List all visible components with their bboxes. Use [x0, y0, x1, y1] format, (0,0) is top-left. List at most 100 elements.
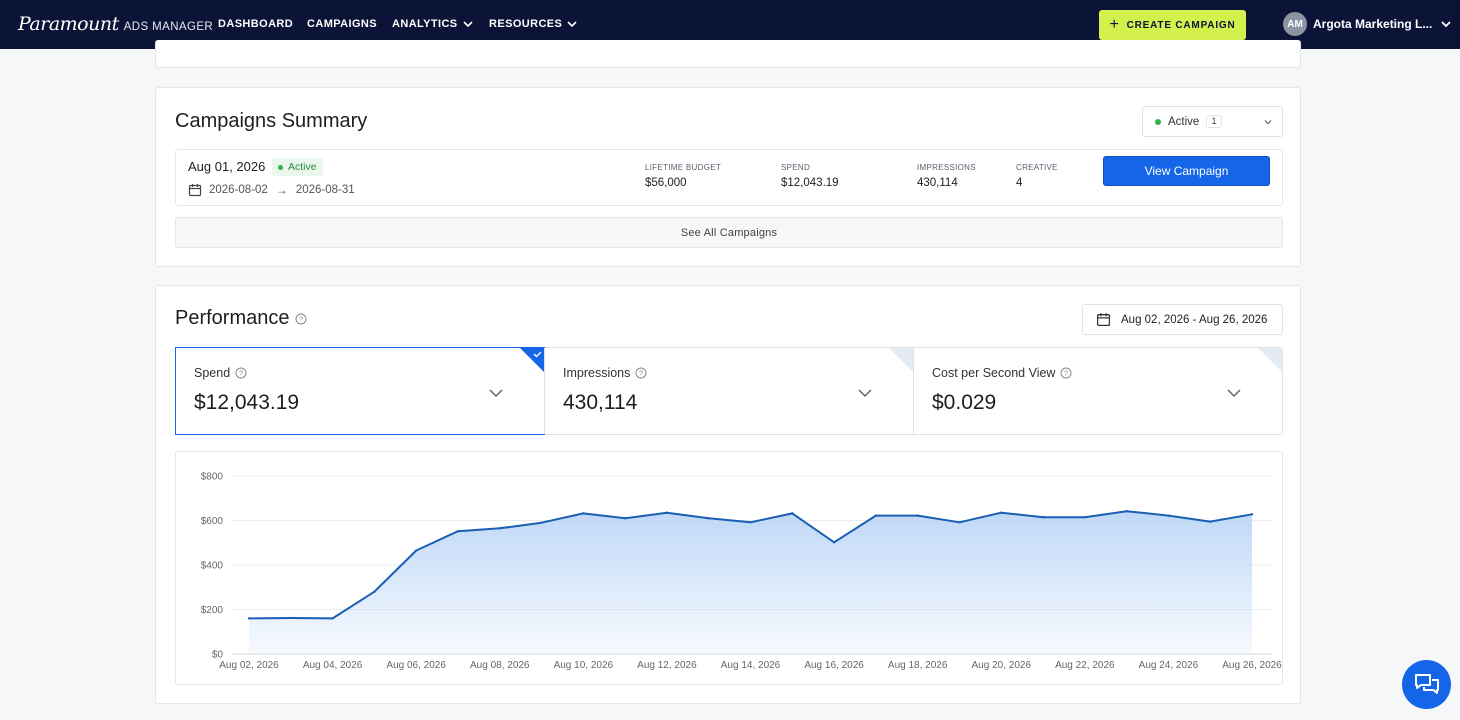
x-tick-label: Aug 10, 2026	[554, 660, 614, 671]
campaign-flight-dates: 2026-08-02 → 2026-08-31	[188, 183, 355, 197]
data-point	[1125, 509, 1128, 513]
help-icon[interactable]: ?	[295, 313, 307, 325]
view-campaign-button[interactable]: View Campaign	[1103, 156, 1270, 186]
campaigns-summary-title: Campaigns Summary	[175, 110, 368, 132]
metric-value: $12,043.19	[194, 391, 300, 414]
chevron-down-icon[interactable]	[857, 385, 873, 401]
data-point	[749, 521, 752, 524]
chat-support-button[interactable]	[1402, 660, 1451, 709]
y-tick-label: $0	[212, 650, 224, 661]
chevron-down-icon[interactable]	[488, 385, 504, 401]
data-point	[414, 549, 418, 552]
campaign-date: Aug 01, 2026	[188, 159, 266, 174]
previous-card-bottom	[155, 40, 1301, 68]
x-tick-label: Aug 12, 2026	[637, 660, 697, 671]
data-point	[1041, 515, 1045, 519]
brand-subtitle: ADS MANAGER	[123, 21, 214, 33]
spend-label: SPEND	[781, 163, 811, 172]
chevron-down-icon	[1264, 120, 1272, 125]
status-filter-dropdown[interactable]: Active 1	[1142, 106, 1283, 137]
data-point	[832, 541, 836, 544]
data-point	[456, 529, 460, 533]
chevron-down-icon[interactable]	[1226, 385, 1242, 401]
performance-header: Performance ?	[175, 307, 307, 330]
nav-campaigns[interactable]: CAMPAIGNS	[307, 18, 377, 30]
svg-text:?: ?	[1064, 369, 1068, 378]
creative-value: 4	[1016, 177, 1023, 189]
unselected-corner-icon	[1258, 348, 1282, 372]
y-tick-label: $800	[201, 472, 224, 483]
nav-dashboard-label: DASHBOARD	[218, 18, 294, 30]
brand-wordmark: Paramount	[18, 13, 119, 35]
x-tick-label: Aug 20, 2026	[972, 660, 1032, 671]
chevron-down-icon	[567, 21, 577, 28]
nav-analytics-label: ANALYTICS	[392, 18, 458, 30]
x-tick-label: Aug 22, 2026	[1055, 660, 1115, 671]
arrow-right-icon: →	[275, 183, 288, 197]
svg-text:?: ?	[298, 314, 302, 323]
unselected-corner-icon	[889, 348, 913, 372]
data-point	[791, 512, 794, 515]
campaign-end-date: 2026-08-31	[295, 184, 355, 196]
data-point	[1167, 514, 1170, 517]
y-tick-label: $600	[201, 516, 224, 527]
svg-text:?: ?	[239, 369, 243, 378]
active-status-dot	[1155, 118, 1161, 125]
x-tick-label: Aug 04, 2026	[303, 660, 363, 671]
avatar: AM	[1283, 12, 1307, 36]
status-badge: Active	[272, 158, 323, 176]
metric-value: $0.029	[932, 391, 997, 414]
metric-tabs: Spend ? $12,043.19 Impressions ? 430,114…	[175, 347, 1283, 435]
svg-text:?: ?	[639, 369, 643, 378]
nav-resources-label: RESOURCES	[489, 18, 563, 30]
plus-icon: +	[1109, 16, 1120, 33]
status-filter-count: 1	[1206, 115, 1222, 128]
nav-dashboard[interactable]: DASHBOARD	[218, 18, 293, 30]
calendar-icon	[188, 184, 202, 197]
help-icon[interactable]: ?	[1060, 367, 1072, 379]
data-point	[289, 616, 292, 620]
campaigns-summary-card: Campaigns Summary Active 1 Aug 01, 2026 …	[155, 87, 1301, 267]
brand-logo[interactable]: Paramount ADS MANAGER	[18, 13, 213, 35]
data-point	[623, 517, 627, 520]
metric-label: Cost per Second View ?	[932, 366, 1072, 380]
x-tick-label: Aug 06, 2026	[386, 660, 446, 671]
nav-resources[interactable]: RESOURCES	[489, 18, 577, 30]
metric-tab-spend[interactable]: Spend ? $12,043.19	[175, 347, 545, 435]
metric-label-text: Spend	[194, 366, 231, 380]
impressions-label: IMPRESSIONS	[917, 163, 976, 172]
metric-label-text: Impressions	[563, 366, 631, 380]
spend-stat: SPEND $12,043.19	[781, 163, 839, 189]
see-all-campaigns-button[interactable]: See All Campaigns	[175, 217, 1283, 248]
performance-title: Performance	[175, 307, 290, 329]
y-tick-label: $400	[201, 561, 224, 572]
x-tick-label: Aug 18, 2026	[888, 660, 948, 671]
help-icon[interactable]: ?	[635, 367, 647, 379]
nav-analytics[interactable]: ANALYTICS	[392, 18, 473, 30]
help-icon[interactable]: ?	[235, 367, 247, 379]
account-menu[interactable]: AM Argota Marketing L...	[1283, 12, 1452, 36]
create-campaign-label: CREATE CAMPAIGN	[1126, 19, 1236, 31]
data-point	[331, 617, 334, 620]
lifetime-budget-label: LIFETIME BUDGET	[645, 163, 722, 172]
data-point	[1250, 513, 1254, 516]
metric-tab-cost-per-second-view[interactable]: Cost per Second View ? $0.029	[913, 348, 1282, 434]
x-tick-label: Aug 02, 2026	[219, 660, 279, 671]
date-range-picker[interactable]: Aug 02, 2026 - Aug 26, 2026	[1082, 304, 1283, 335]
create-campaign-button[interactable]: + CREATE CAMPAIGN	[1099, 10, 1246, 40]
metric-label-text: Cost per Second View	[932, 366, 1056, 380]
campaign-start-date: 2026-08-02	[209, 184, 268, 196]
status-filter-label: Active	[1168, 115, 1200, 128]
x-tick-label: Aug 08, 2026	[470, 660, 530, 671]
data-point	[498, 527, 501, 530]
chat-icon	[1414, 673, 1439, 694]
spend-area-chart: $800 $600 $400 $200 $0Aug 02, 2026 Aug 04, 20…	[201, 472, 1282, 672]
x-tick-label: Aug 26, 2026	[1222, 660, 1282, 671]
chevron-down-icon	[462, 21, 473, 28]
data-point	[582, 512, 585, 515]
x-tick-label: Aug 16, 2026	[804, 660, 864, 671]
status-badge-label: Active	[288, 161, 317, 173]
campaign-row: Aug 01, 2026 Active 2026-08-02 → 2026-08…	[175, 149, 1283, 206]
data-point	[707, 517, 710, 520]
metric-tab-impressions[interactable]: Impressions ? 430,114	[544, 348, 913, 434]
